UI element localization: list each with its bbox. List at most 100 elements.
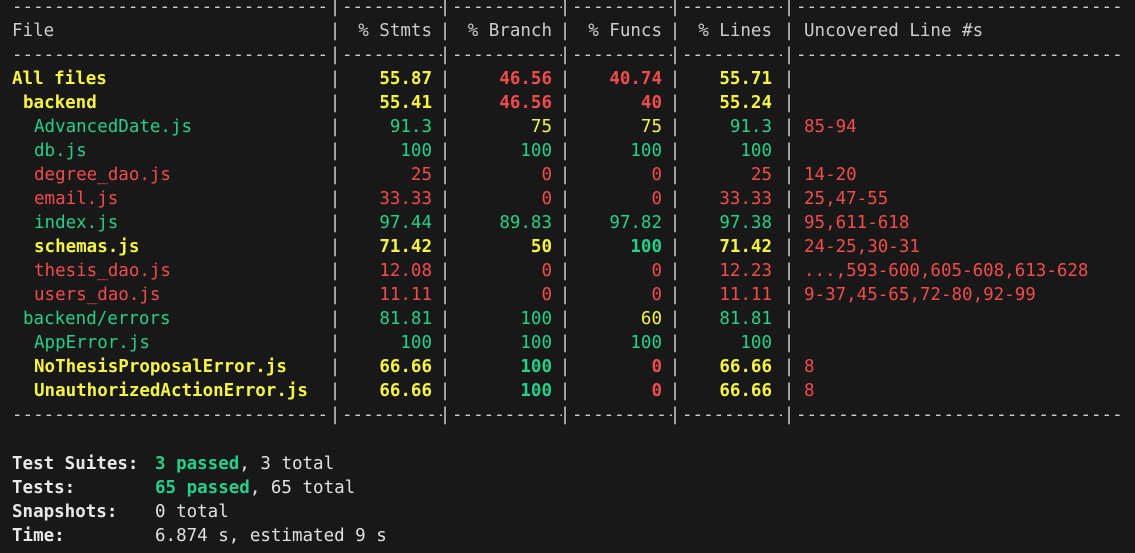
table-row: All files | 55.87 | 46.56 | 40.74 | 55.71 | (0, 67, 1135, 91)
cell-funcs: 100 (630, 141, 662, 161)
cell-file: index.js (34, 213, 119, 233)
cell-lines: 66.66 (719, 357, 772, 377)
header-uncovered: Uncovered Line #s (804, 21, 984, 41)
summary-tests: Tests: 65 passed, 65 total (0, 476, 1135, 500)
cell-stmts: 66.66 (379, 357, 432, 377)
cell-uncovered (804, 139, 1124, 163)
table-header: File | % Stmts | % Branch | % Funcs | % … (0, 19, 1135, 43)
table-row: db.js | 100 | 100 | 100 | 100 | (0, 139, 1135, 163)
cell-funcs: 100 (630, 237, 662, 257)
header-lines: % Lines (698, 21, 772, 41)
cell-funcs: 40 (640, 93, 662, 113)
cell-branch: 89.83 (499, 213, 552, 233)
header-branch: % Branch (467, 21, 552, 41)
cell-lines: 97.38 (719, 213, 772, 233)
table-separator-top: ----------------------------------------… (12, 0, 1124, 17)
cell-branch: 100 (520, 309, 552, 329)
cell-branch: 75 (530, 117, 552, 137)
cell-lines: 91.3 (729, 117, 772, 137)
summary-total: , 65 total (249, 478, 356, 498)
table-row: backend | 55.41 | 46.56 | 40 | 55.24 | (0, 91, 1135, 115)
cell-branch: 100 (520, 381, 552, 401)
cell-file: All files (12, 69, 107, 89)
cell-stmts: 100 (400, 141, 432, 161)
cell-lines: 55.24 (719, 93, 772, 113)
cell-uncovered (804, 307, 1124, 331)
cell-branch: 50 (530, 237, 552, 257)
cell-uncovered: 95,611-618 (804, 213, 910, 233)
table-row: NoThesisProposalError.js | 66.66 | 100 | 0 | 66.… (0, 355, 1135, 379)
summary-label: Time: (12, 526, 65, 546)
cell-branch: 0 (541, 261, 552, 281)
cell-file: NoThesisProposalError.js (34, 357, 287, 377)
cell-branch: 0 (541, 165, 552, 185)
cell-funcs: 0 (651, 165, 662, 185)
summary-value: 0 total (155, 502, 229, 522)
cell-uncovered: 8 (804, 357, 815, 377)
table-row: users_dao.js | 11.11 | 0 | 0 | 11.11 | 9-37,45-65,… (0, 283, 1135, 307)
header-file: File (12, 21, 55, 41)
header-stmts: % Stmts (358, 21, 432, 41)
cell-stmts: 12.08 (379, 261, 432, 281)
cell-file: degree_dao.js (34, 165, 171, 185)
cell-funcs: 0 (651, 381, 662, 401)
cell-stmts: 25 (410, 165, 432, 185)
cell-branch: 100 (520, 333, 552, 353)
cell-funcs: 0 (651, 357, 662, 377)
cell-file: thesis_dao.js (34, 261, 171, 281)
cell-uncovered: 8 (804, 381, 815, 401)
summary-total: , 3 total (239, 454, 335, 474)
cell-file: AdvancedDate.js (34, 117, 193, 137)
table-row: thesis_dao.js | 12.08 | 0 | 0 | 12.23 | ...,593-60… (0, 259, 1135, 283)
table-row: UnauthorizedActionError.js | 66.66 | 100 | 0 | 6… (0, 379, 1135, 403)
cell-stmts: 55.41 (379, 93, 432, 113)
cell-funcs: 0 (651, 261, 662, 281)
cell-branch: 46.56 (499, 93, 552, 113)
cell-funcs: 40.74 (609, 69, 662, 89)
cell-funcs: 0 (651, 285, 662, 305)
cell-file: db.js (34, 141, 87, 161)
cell-lines: 11.11 (719, 285, 772, 305)
cell-file: email.js (34, 189, 119, 209)
table-row: schemas.js | 71.42 | 50 | 100 | 71.42 | 24-25,30-3… (0, 235, 1135, 259)
cell-file: AppError.js (34, 333, 150, 353)
cell-lines: 33.33 (719, 189, 772, 209)
summary-value: 6.874 s, estimated 9 s (155, 526, 387, 546)
cell-stmts: 81.81 (379, 309, 432, 329)
cell-stmts: 55.87 (379, 69, 432, 89)
cell-lines: 81.81 (719, 309, 772, 329)
summary-label: Snapshots: (12, 502, 118, 522)
table-separator-bottom: ----------------------------------------… (12, 405, 1124, 425)
table-separator-header: ----------------------------------------… (12, 45, 1124, 65)
terminal-window: ----------------------------------------… (0, 0, 1135, 553)
cell-funcs: 100 (630, 333, 662, 353)
cell-funcs: 75 (640, 117, 662, 137)
cell-stmts: 66.66 (379, 381, 432, 401)
cell-file: UnauthorizedActionError.js (34, 381, 308, 401)
table-row: AppError.js | 100 | 100 | 100 | 100 | (0, 331, 1135, 355)
table-row: degree_dao.js | 25 | 0 | 0 | 25 | 14-20 (0, 163, 1135, 187)
cell-stmts: 91.3 (389, 117, 432, 137)
cell-file: backend/errors (23, 309, 171, 329)
cell-uncovered (804, 331, 1124, 355)
cell-lines: 100 (740, 333, 772, 353)
cell-lines: 55.71 (719, 69, 772, 89)
cell-file: users_dao.js (34, 285, 161, 305)
cell-uncovered: 24-25,30-31 (804, 237, 920, 257)
cell-funcs: 0 (651, 189, 662, 209)
summary-time: Time: 6.874 s, estimated 9 s (0, 524, 1135, 548)
cell-stmts: 33.33 (379, 189, 432, 209)
header-funcs: % Funcs (588, 21, 662, 41)
cell-uncovered: ...,593-600,605-608,613-628 (804, 261, 1089, 281)
cell-stmts: 97.44 (379, 213, 432, 233)
cell-branch: 46.56 (499, 69, 552, 89)
cell-uncovered (804, 67, 1124, 91)
cell-uncovered: 85-94 (804, 117, 857, 137)
summary-label: Tests: (12, 478, 76, 498)
summary-passed: 65 passed (155, 478, 250, 498)
cell-lines: 12.23 (719, 261, 772, 281)
cell-uncovered: 14-20 (804, 165, 857, 185)
cell-lines: 66.66 (719, 381, 772, 401)
table-row: backend/errors | 81.81 | 100 | 60 | 81.81 | (0, 307, 1135, 331)
cell-stmts: 11.11 (379, 285, 432, 305)
